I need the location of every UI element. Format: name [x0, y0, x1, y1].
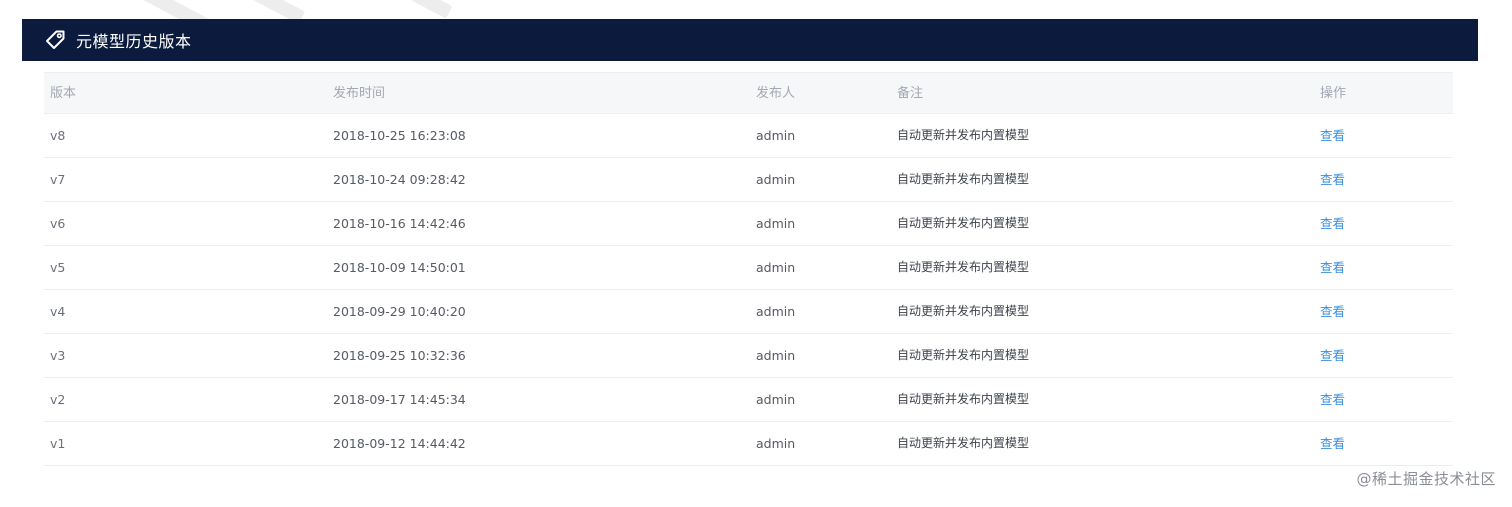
cell-remark: 自动更新并发布内置模型	[897, 128, 1030, 142]
view-link[interactable]: 查看	[1320, 290, 1345, 333]
cell-publisher: admin	[756, 216, 796, 231]
cell-remark: 自动更新并发布内置模型	[897, 216, 1030, 230]
cell-remark: 自动更新并发布内置模型	[897, 392, 1030, 406]
column-header-actions: 操作	[1320, 86, 1347, 101]
version-history-table: 版本 发布时间 发布人 备注 操作 v8 2018-10-25 16:23:08…	[44, 72, 1453, 466]
column-header-remark: 备注	[897, 86, 924, 101]
column-header-version: 版本	[50, 86, 77, 101]
cell-publisher: admin	[756, 304, 796, 319]
cell-remark: 自动更新并发布内置模型	[897, 260, 1030, 274]
tag-icon	[42, 27, 68, 53]
view-link[interactable]: 查看	[1320, 422, 1345, 465]
cell-published-at: 2018-09-12 14:44:42	[333, 436, 466, 451]
cell-publisher: admin	[756, 260, 796, 275]
page: 元模型历史版本 版本 发布时间 发布人 备注 操作 v8 2018-10-25 …	[0, 0, 1512, 507]
cell-published-at: 2018-10-09 14:50:01	[333, 260, 466, 275]
cell-publisher: admin	[756, 392, 796, 407]
cell-publisher: admin	[756, 172, 796, 187]
cell-version: v3	[50, 348, 66, 363]
cell-version: v5	[50, 260, 66, 275]
table-row: v3 2018-09-25 10:32:36 admin 自动更新并发布内置模型…	[44, 334, 1453, 378]
cell-version: v1	[50, 436, 66, 451]
cell-version: v6	[50, 216, 66, 231]
cell-published-at: 2018-10-24 09:28:42	[333, 172, 466, 187]
view-link[interactable]: 查看	[1320, 114, 1345, 157]
cell-publisher: admin	[756, 128, 796, 143]
cell-version: v2	[50, 392, 66, 407]
view-link[interactable]: 查看	[1320, 202, 1345, 245]
cell-version: v8	[50, 128, 66, 143]
view-link[interactable]: 查看	[1320, 158, 1345, 201]
view-link[interactable]: 查看	[1320, 246, 1345, 289]
cell-remark: 自动更新并发布内置模型	[897, 304, 1030, 318]
table-row: v1 2018-09-12 14:44:42 admin 自动更新并发布内置模型…	[44, 422, 1453, 466]
table-row: v4 2018-09-29 10:40:20 admin 自动更新并发布内置模型…	[44, 290, 1453, 334]
watermark-streak	[401, 0, 453, 19]
cell-published-at: 2018-10-25 16:23:08	[333, 128, 466, 143]
cell-published-at: 2018-09-25 10:32:36	[333, 348, 466, 363]
cell-published-at: 2018-09-17 14:45:34	[333, 392, 466, 407]
table-row: v2 2018-09-17 14:45:34 admin 自动更新并发布内置模型…	[44, 378, 1453, 422]
watermark-text: @稀土掘金技术社区	[1356, 470, 1496, 488]
cell-published-at: 2018-10-16 14:42:46	[333, 216, 466, 231]
table-header-row: 版本 发布时间 发布人 备注 操作	[44, 72, 1453, 114]
cell-publisher: admin	[756, 348, 796, 363]
cell-remark: 自动更新并发布内置模型	[897, 436, 1030, 450]
cell-remark: 自动更新并发布内置模型	[897, 348, 1030, 362]
table-row: v5 2018-10-09 14:50:01 admin 自动更新并发布内置模型…	[44, 246, 1453, 290]
cell-published-at: 2018-09-29 10:40:20	[333, 304, 466, 319]
table-row: v7 2018-10-24 09:28:42 admin 自动更新并发布内置模型…	[44, 158, 1453, 202]
view-link[interactable]: 查看	[1320, 334, 1345, 377]
column-header-published-at: 发布时间	[333, 86, 386, 101]
cell-publisher: admin	[756, 436, 796, 451]
table-row: v8 2018-10-25 16:23:08 admin 自动更新并发布内置模型…	[44, 114, 1453, 158]
table-row: v6 2018-10-16 14:42:46 admin 自动更新并发布内置模型…	[44, 202, 1453, 246]
cell-remark: 自动更新并发布内置模型	[897, 172, 1030, 186]
section-title: 元模型历史版本	[76, 32, 192, 51]
column-header-publisher: 发布人	[756, 86, 796, 101]
cell-version: v7	[50, 172, 66, 187]
section-header: 元模型历史版本	[22, 19, 1478, 61]
cell-version: v4	[50, 304, 66, 319]
view-link[interactable]: 查看	[1320, 378, 1345, 421]
